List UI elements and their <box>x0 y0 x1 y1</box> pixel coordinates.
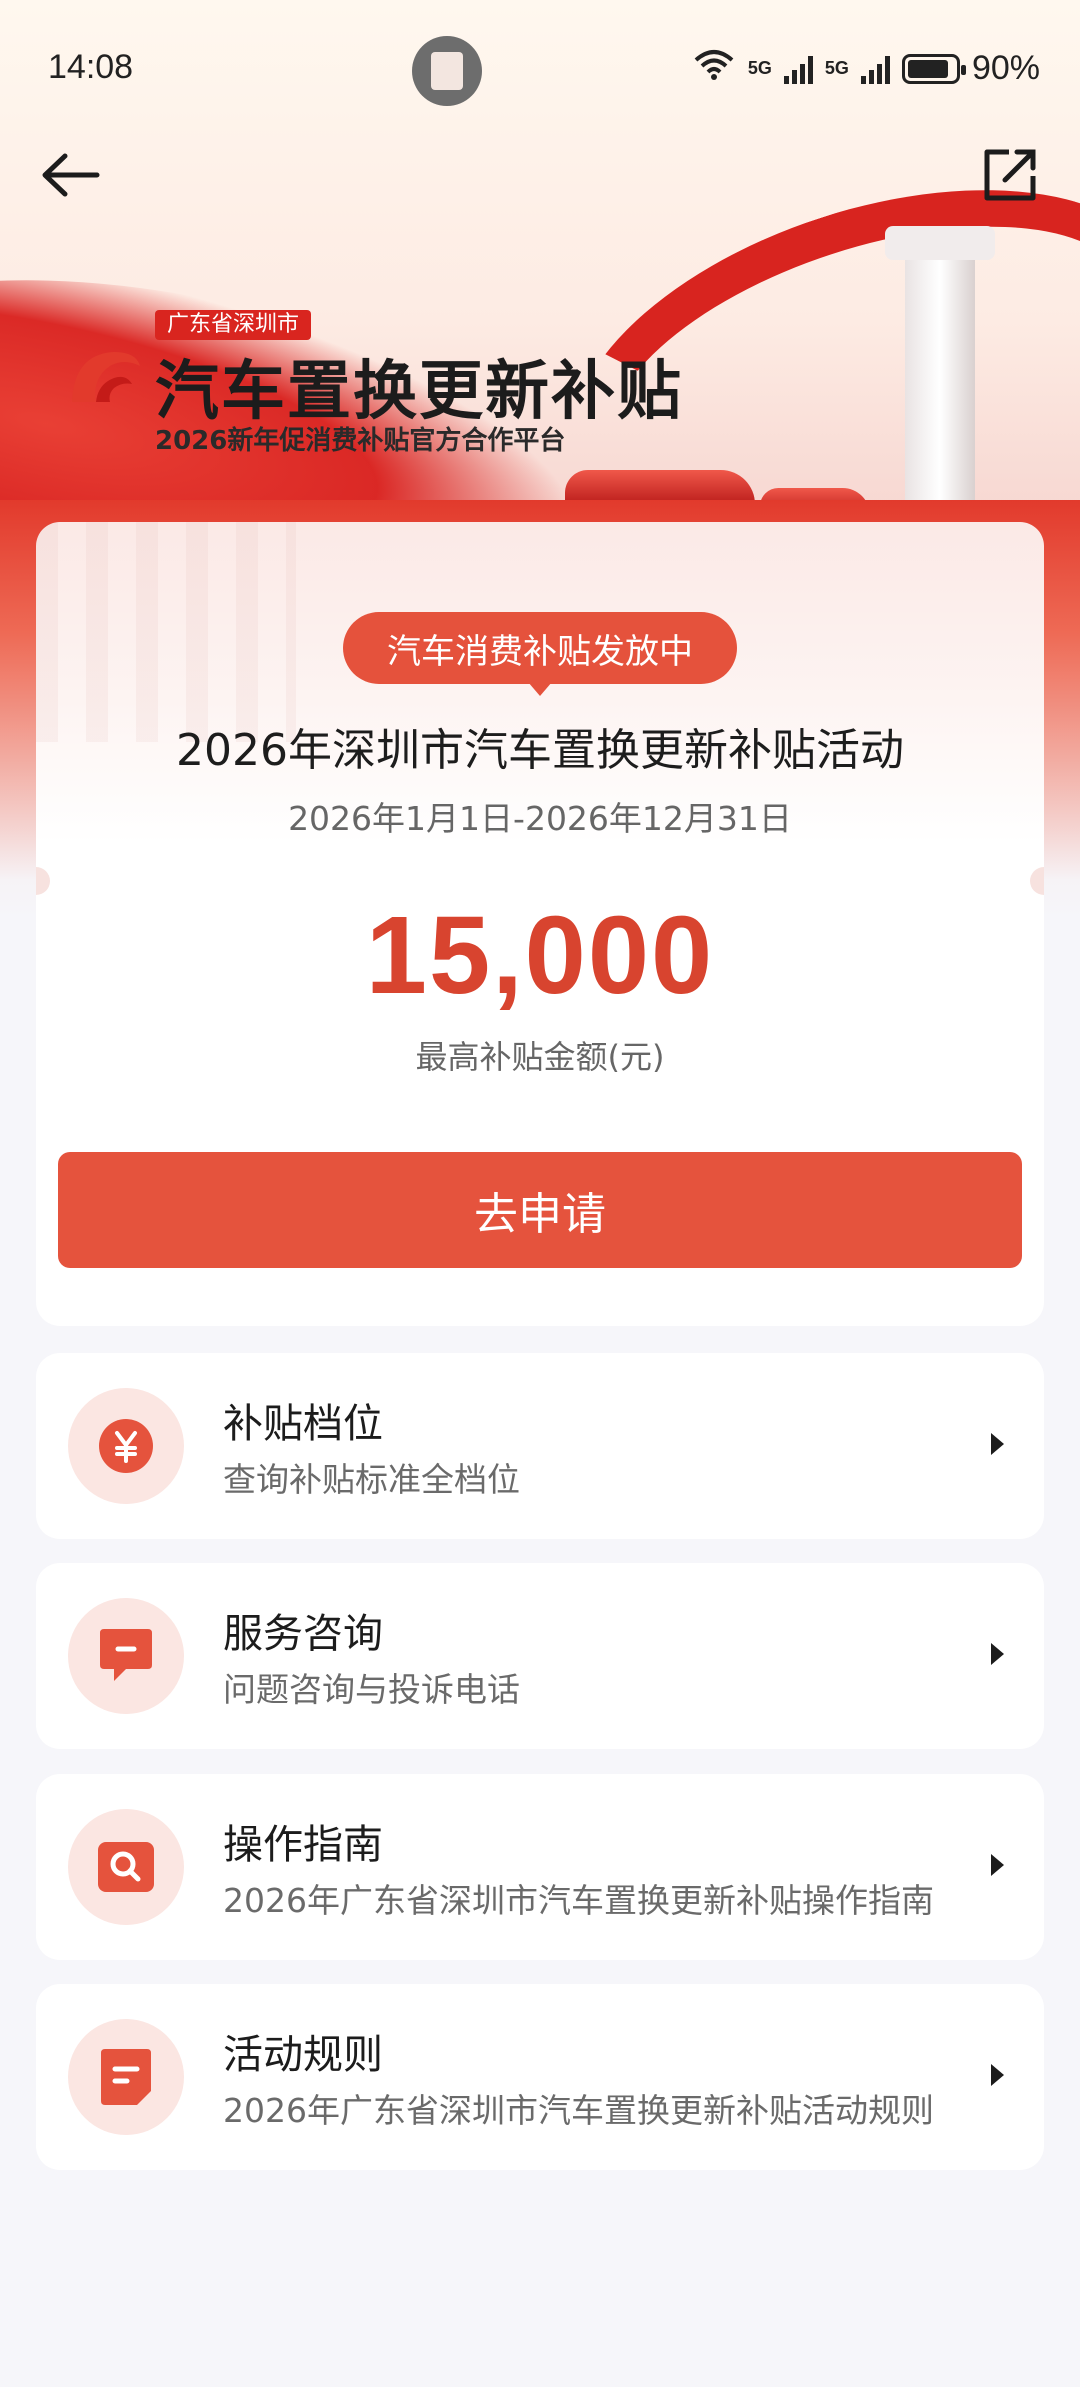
back-button[interactable] <box>30 140 110 210</box>
max-subsidy-amount: 15,000 <box>365 894 715 1017</box>
icon-circle <box>68 1388 184 1504</box>
chevron-right-icon <box>991 2064 1004 2086</box>
chevron-right-icon <box>991 1854 1004 1876</box>
list-item-subtitle: 查询补贴标准全档位 <box>223 1460 520 1499</box>
wifi-icon <box>692 48 736 89</box>
list-item-title: 操作指南 <box>223 1822 383 1868</box>
banner-title: 汽车置换更新补贴 <box>155 355 683 429</box>
battery-percent: 90% <box>971 49 1040 87</box>
card-notch <box>36 867 50 895</box>
battery-icon <box>901 53 966 84</box>
chat-icon <box>100 1629 152 1681</box>
apply-button[interactable]: 去申请 <box>58 1152 1022 1268</box>
arrow-left-icon <box>42 153 100 197</box>
list-item-title: 补贴档位 <box>223 1401 383 1447</box>
document-icon <box>101 2049 151 2105</box>
list-item-title: 服务咨询 <box>223 1611 383 1657</box>
chevron-right-icon <box>991 1433 1004 1455</box>
signal-bars-icon <box>860 54 890 84</box>
max-subsidy-label: 最高补贴金额(元) <box>415 1038 665 1076</box>
activity-title: 2026年深圳市汽车置换更新补贴活动 <box>176 725 904 776</box>
subsidy-card: 汽车消费补贴发放中 2026年深圳市汽车置换更新补贴活动 2026年1月1日-2… <box>36 522 1044 1326</box>
list-item-activity-rules[interactable]: 活动规则 2026年广东省深圳市汽车置换更新补贴活动规则 <box>36 1984 1044 2170</box>
search-icon <box>98 1842 154 1892</box>
icon-circle <box>68 1598 184 1714</box>
icon-circle <box>68 2019 184 2135</box>
network-type-label: 5G <box>747 58 772 78</box>
signal-bars-icon <box>783 54 813 84</box>
list-item-title: 活动规则 <box>223 2032 383 2078</box>
list-item-subtitle: 2026年广东省深圳市汽车置换更新补贴活动规则 <box>223 2091 934 2130</box>
status-badge: 汽车消费补贴发放中 <box>343 612 737 696</box>
status-bar: 14:08 5G 5G 90% <box>0 0 1080 140</box>
list-item-operation-guide[interactable]: 操作指南 2026年广东省深圳市汽车置换更新补贴操作指南 <box>36 1774 1044 1960</box>
chevron-right-icon <box>991 1643 1004 1665</box>
list-item-subtitle: 2026年广东省深圳市汽车置换更新补贴操作指南 <box>223 1881 934 1920</box>
status-time: 14:08 <box>48 48 134 86</box>
card-notch <box>1030 867 1044 895</box>
network-type-label: 5G <box>824 58 849 78</box>
list-item-subtitle: 问题咨询与投诉电话 <box>223 1670 520 1709</box>
activity-dates: 2026年1月1日-2026年12月31日 <box>288 799 792 838</box>
list-item-subsidy-tiers[interactable]: 补贴档位 查询补贴标准全档位 <box>36 1353 1044 1539</box>
logo-icon <box>72 352 140 402</box>
yuan-icon <box>99 1419 153 1473</box>
banner-subtitle: 2026新年促消费补贴官方合作平台 <box>155 426 566 456</box>
building-decoration <box>36 522 296 742</box>
external-link-icon <box>984 149 1036 201</box>
banner-city-tag: 广东省深圳市 <box>155 310 312 340</box>
share-button[interactable] <box>970 140 1050 210</box>
status-indicators: 5G 5G 90% <box>692 48 1040 89</box>
pillar-decoration <box>885 226 995 510</box>
icon-circle <box>68 1809 184 1925</box>
list-item-service-consultation[interactable]: 服务咨询 问题咨询与投诉电话 <box>36 1563 1044 1749</box>
app-indicator-icon <box>412 36 482 106</box>
